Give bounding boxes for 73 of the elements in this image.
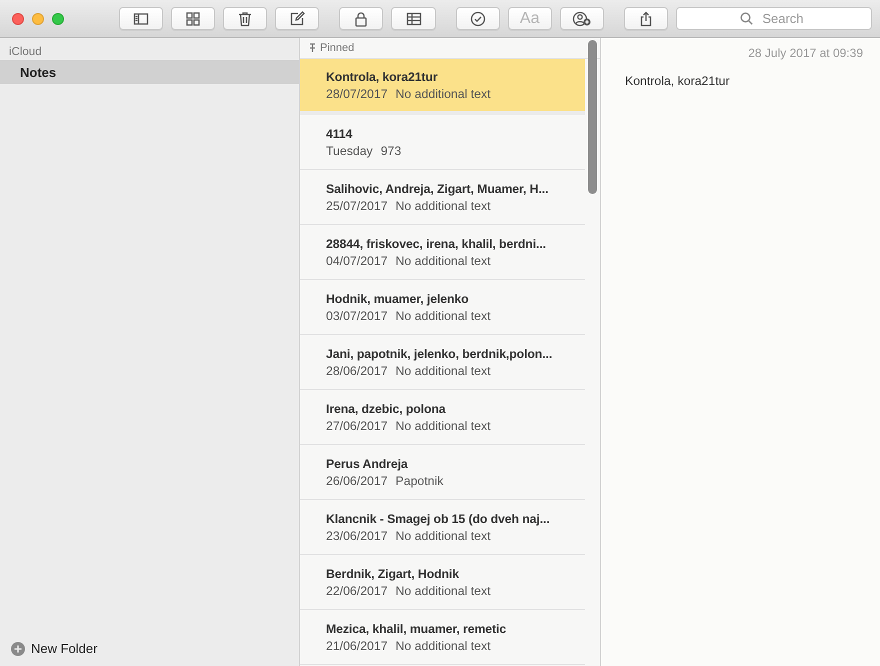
plus-circle-icon xyxy=(11,642,25,656)
lock-button[interactable] xyxy=(339,7,384,30)
note-item[interactable]: Klancnik - Smagej ob 15 (do dveh naj... 23/06/2017 No additional text xyxy=(300,500,585,555)
search-icon xyxy=(740,12,753,25)
note-item[interactable]: Hodnik, muamer, jelenko 03/07/2017 No additional text xyxy=(300,280,585,335)
note-preview: No additional text xyxy=(396,418,491,432)
note-title: Berdnik, Zigart, Hodnik xyxy=(326,566,460,580)
folder-item[interactable]: Notes xyxy=(0,60,299,84)
table-button[interactable] xyxy=(391,7,436,30)
note-title: 4114 xyxy=(326,126,354,140)
note-date: 27/06/2017 xyxy=(326,418,388,432)
note-date: 28/07/2017 xyxy=(326,86,388,100)
note-date: 21/06/2017 xyxy=(326,638,388,652)
scrollbar-thumb[interactable] xyxy=(588,40,597,194)
note-date: Tuesday xyxy=(326,144,373,158)
note-title: Salihovic, Andreja, Zigart, Muamer, H... xyxy=(326,182,550,196)
note-title: Hodnik, muamer, jelenko xyxy=(326,292,470,306)
note-item[interactable]: 28844, friskovec, irena, khalil, berdni... 04/07/2017 No additional text xyxy=(300,225,585,280)
people-button[interactable] xyxy=(560,7,604,30)
note-item[interactable]: 4114 Tuesday 973 xyxy=(300,115,585,170)
note-preview: No additional text xyxy=(396,638,491,652)
close-button[interactable] xyxy=(12,12,24,24)
note-date: 25/07/2017 xyxy=(326,198,388,212)
note-title: Klancnik - Smagej ob 15 (do dveh naj... xyxy=(326,512,551,526)
note-timestamp: 28 July 2017 at 09:39 xyxy=(748,46,863,60)
note-title: Kontrola, kora21tur xyxy=(326,70,439,84)
note-preview: No additional text xyxy=(396,308,491,322)
note-date: 22/06/2017 xyxy=(326,584,388,598)
note-date: 03/07/2017 xyxy=(326,308,388,322)
note-item[interactable]: Berdnik, Zigart, Hodnik 22/06/2017 No additional text xyxy=(300,555,585,610)
compose-button[interactable] xyxy=(275,7,320,30)
note-title: Irena, dzebic, polona xyxy=(326,402,447,416)
account-label: iCloud xyxy=(8,45,43,60)
checkmark-circle-icon xyxy=(470,10,486,26)
note-date: 28/06/2017 xyxy=(326,364,388,378)
sidebar-icon xyxy=(133,10,150,26)
new-folder-button[interactable]: New Folder xyxy=(0,641,299,656)
sidebar-button[interactable] xyxy=(119,7,164,30)
note-title: 28844, friskovec, irena, khalil, berdni... xyxy=(326,236,547,250)
person-add-icon xyxy=(572,10,592,26)
note-preview: No additional text xyxy=(396,198,491,212)
grid-icon xyxy=(185,10,202,26)
table-icon xyxy=(406,10,422,26)
note-item[interactable]: Perus Andreja 26/06/2017 Papotnik xyxy=(300,445,585,500)
note-preview: 973 xyxy=(380,144,402,158)
note-date: 04/07/2017 xyxy=(326,254,388,268)
note-preview: No additional text xyxy=(396,528,491,542)
pinned-header: Pinned xyxy=(320,42,354,54)
note-preview: No additional text xyxy=(396,86,491,100)
note-item[interactable]: Salihovic, Andreja, Zigart, Muamer, H... 25/07/2017 No additional text xyxy=(300,170,585,225)
share-button[interactable] xyxy=(624,7,668,30)
compose-icon xyxy=(289,10,306,26)
trash-icon xyxy=(237,10,254,26)
note-date: 26/06/2017 xyxy=(326,474,388,488)
note-item[interactable]: Irena, dzebic, polona 27/06/2017 No additional text xyxy=(300,390,585,445)
note-body: Kontrola, kora21tur xyxy=(625,74,731,88)
note-title: Perus Andreja xyxy=(326,456,409,470)
note-item[interactable]: Jani, papotnik, jelenko, berdnik,polon... 28/06/2017 No additional text xyxy=(300,335,585,390)
search-field[interactable]: Search xyxy=(676,7,872,30)
note-preview: Papotnik xyxy=(396,474,444,488)
checklist-button[interactable] xyxy=(456,7,500,30)
note-item[interactable]: Kontrola, kora21tur 28/07/2017 No additional text xyxy=(300,59,585,115)
lock-icon xyxy=(353,10,370,26)
note-date: 23/06/2017 xyxy=(326,528,388,542)
grid-button[interactable] xyxy=(171,7,216,30)
note-item[interactable]: Mezica, khalil, muamer, remetic 21/06/2017 No additional text xyxy=(300,610,585,665)
note-title: Mezica, khalil, muamer, remetic xyxy=(326,622,508,636)
note-preview: No additional text xyxy=(396,364,491,378)
note-preview: No additional text xyxy=(396,584,491,598)
note-title: Jani, papotnik, jelenko, berdnik,polon... xyxy=(326,346,554,360)
pin-icon xyxy=(309,43,316,53)
trash-button[interactable] xyxy=(223,7,268,30)
note-preview: No additional text xyxy=(396,254,491,268)
